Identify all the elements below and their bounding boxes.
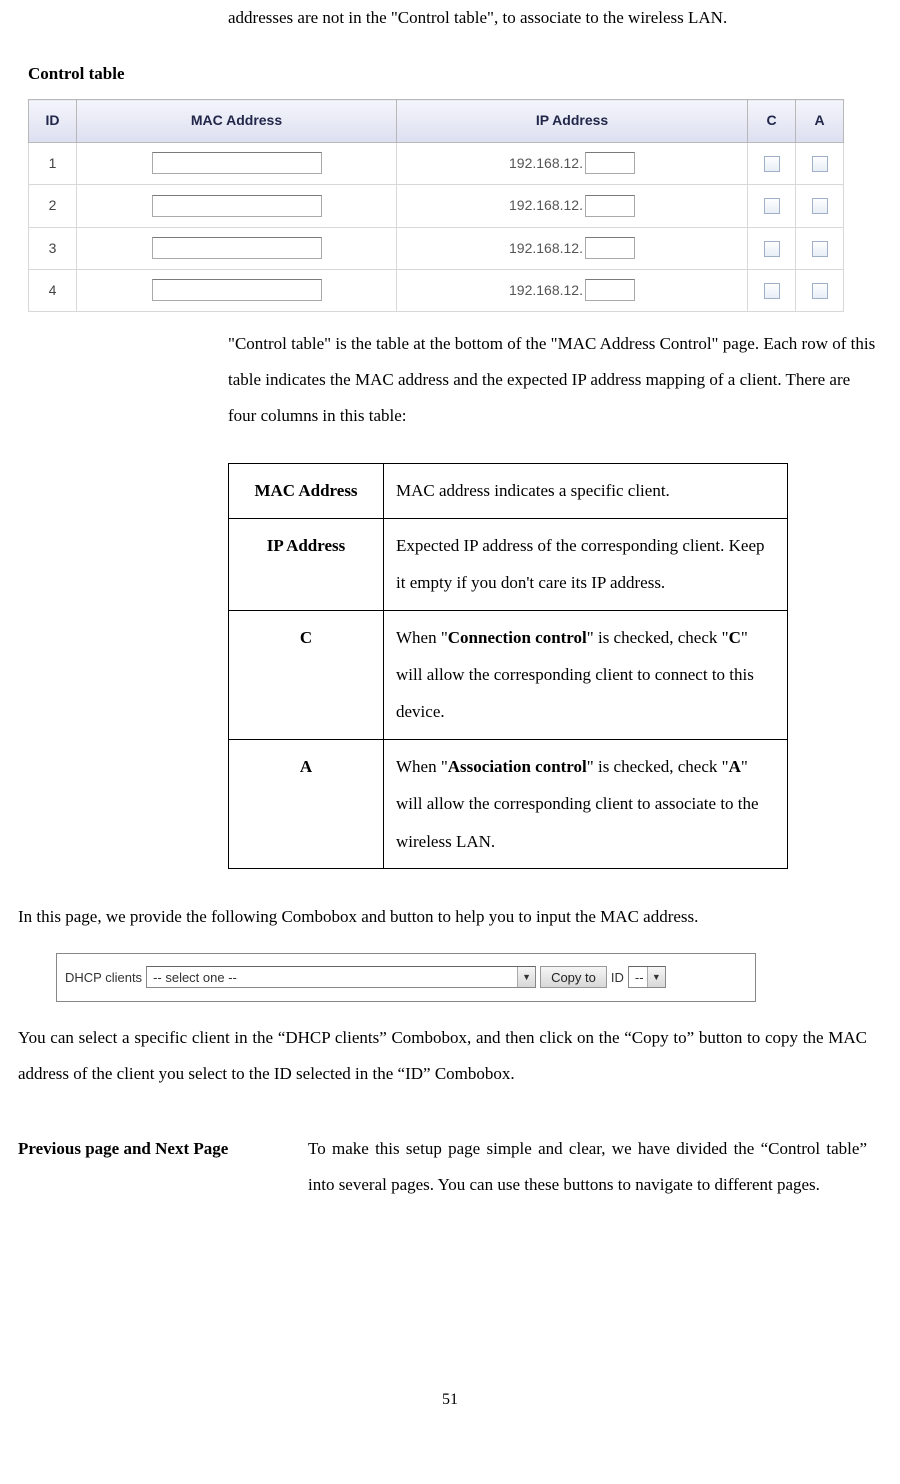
def-term-a: A: [229, 739, 384, 868]
row-id: 4: [29, 269, 77, 311]
table-row: 4 192.168.12.: [29, 269, 844, 311]
chevron-down-icon: ▼: [647, 967, 665, 987]
ip-input[interactable]: [585, 279, 635, 301]
combo-intro: In this page, we provide the following C…: [18, 899, 882, 935]
row-id: 3: [29, 227, 77, 269]
ip-input[interactable]: [585, 152, 635, 174]
checkbox-c[interactable]: [764, 198, 780, 214]
ip-prefix: 192.168.12.: [509, 155, 583, 171]
th-id: ID: [29, 100, 77, 142]
checkbox-c[interactable]: [764, 156, 780, 172]
ip-input[interactable]: [585, 237, 635, 259]
th-mac: MAC Address: [77, 100, 397, 142]
mac-input[interactable]: [152, 195, 322, 217]
dhcp-select[interactable]: -- select one -- ▼: [146, 966, 536, 988]
table-row: 2 192.168.12.: [29, 185, 844, 227]
definition-table: MAC Address MAC address indicates a spec…: [228, 463, 788, 869]
control-table: ID MAC Address IP Address C A 1 192.168.1…: [28, 99, 844, 312]
def-term-mac: MAC Address: [229, 464, 384, 518]
row-id: 1: [29, 142, 77, 184]
def-text-a: When "Association control" is checked, c…: [384, 739, 788, 868]
th-ip: IP Address: [397, 100, 748, 142]
prev-next-section: Previous page and Next Page To make this…: [18, 1131, 882, 1202]
checkbox-a[interactable]: [812, 241, 828, 257]
prev-next-text: To make this setup page simple and clear…: [308, 1131, 867, 1202]
th-a: A: [796, 100, 844, 142]
table-row: 3 192.168.12.: [29, 227, 844, 269]
prev-next-label: Previous page and Next Page: [18, 1131, 308, 1202]
chevron-down-icon: ▼: [517, 967, 535, 987]
combobox-panel: DHCP clients -- select one -- ▼ Copy to …: [56, 953, 756, 1002]
def-term-c: C: [229, 610, 384, 739]
row-id: 2: [29, 185, 77, 227]
top-paragraph: addresses are not in the "Control table"…: [228, 0, 882, 36]
checkbox-a[interactable]: [812, 198, 828, 214]
mac-input[interactable]: [152, 279, 322, 301]
ip-input[interactable]: [585, 195, 635, 217]
id-select[interactable]: -- ▼: [628, 966, 666, 988]
ip-prefix: 192.168.12.: [509, 197, 583, 213]
mac-input[interactable]: [152, 152, 322, 174]
combo-post: You can select a specific client in the …: [18, 1020, 882, 1091]
def-text-mac: MAC address indicates a specific client.: [384, 464, 788, 518]
section-title: Control table: [28, 56, 882, 92]
def-term-ip: IP Address: [229, 518, 384, 610]
mac-input[interactable]: [152, 237, 322, 259]
th-c: C: [748, 100, 796, 142]
checkbox-c[interactable]: [764, 283, 780, 299]
checkbox-a[interactable]: [812, 283, 828, 299]
page-number: 51: [18, 1383, 882, 1417]
checkbox-c[interactable]: [764, 241, 780, 257]
table-row: 1 192.168.12.: [29, 142, 844, 184]
def-text-ip: Expected IP address of the corresponding…: [384, 518, 788, 610]
copy-to-button[interactable]: Copy to: [540, 966, 607, 988]
dhcp-label: DHCP clients: [65, 964, 142, 991]
control-table-description: "Control table" is the table at the bott…: [228, 326, 882, 433]
id-label: ID: [611, 964, 624, 991]
ip-prefix: 192.168.12.: [509, 240, 583, 256]
ip-prefix: 192.168.12.: [509, 282, 583, 298]
def-text-c: When "Connection control" is checked, ch…: [384, 610, 788, 739]
checkbox-a[interactable]: [812, 156, 828, 172]
